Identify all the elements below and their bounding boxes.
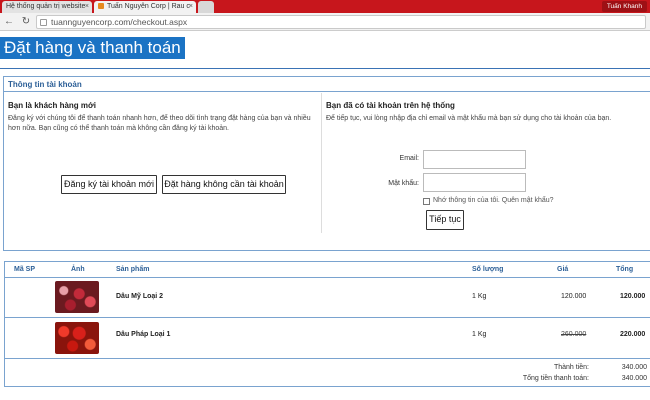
continue-button[interactable]: Tiếp tục	[426, 210, 464, 230]
back-arrow-icon[interactable]: ←	[3, 16, 15, 28]
password-label: Mật khẩu:	[388, 180, 419, 187]
register-button[interactable]: Đăng ký tài khoản mới	[61, 175, 157, 194]
divider	[0, 68, 650, 69]
column-header-sku: Mã SP	[14, 266, 36, 273]
grand-total-value: 340.000	[621, 375, 647, 382]
page-info-icon	[40, 19, 47, 26]
cart-table: Mã SP Ảnh Sản phẩm Số lượng Giá Tổng Dâu…	[4, 261, 650, 387]
close-tab-icon[interactable]: ×	[85, 1, 89, 13]
password-field[interactable]	[423, 173, 526, 192]
site-favicon-icon	[98, 3, 104, 10]
member-column: Bạn đã có tài khoản trên hệ thống Để tiế…	[322, 93, 650, 233]
table-row: Dâu Pháp Loại 1 1 Kg 260.000 220.000	[5, 319, 650, 359]
column-header-price: Giá	[557, 266, 569, 273]
guest-description-line: Đăng ký với chúng tôi để thanh toán nhan…	[8, 115, 311, 122]
url-field[interactable]: tuannguyencorp.com/checkout.aspx	[36, 15, 646, 29]
guest-column: Bạn là khách hàng mới Đăng ký với chúng …	[4, 93, 322, 233]
product-total: 220.000	[620, 331, 646, 338]
product-image[interactable]	[55, 281, 99, 313]
product-qty: 1 Kg	[472, 293, 487, 300]
cart-table-header: Mã SP Ảnh Sản phẩm Số lượng Giá Tổng	[5, 262, 650, 278]
grand-total-label: Tổng tiền thanh toán:	[522, 375, 589, 382]
remember-checkbox[interactable]	[423, 198, 430, 205]
column-header-image: Ảnh	[71, 266, 85, 273]
account-panel: Thông tin tài khoản Bạn là khách hàng mớ…	[3, 76, 650, 251]
product-image[interactable]	[55, 322, 99, 354]
product-old-price: 260.000	[561, 331, 587, 338]
email-field[interactable]	[423, 150, 526, 169]
product-total: 120.000	[620, 293, 646, 300]
member-title: Bạn đã có tài khoản trên hệ thống	[326, 101, 455, 110]
tab-title: Hệ thống quản trị website	[6, 3, 86, 10]
product-name[interactable]: Dâu Mỹ Loại 2	[116, 293, 163, 300]
reload-icon[interactable]: ↻	[20, 16, 32, 28]
column-header-product: Sản phẩm	[116, 266, 150, 273]
product-price: 120.000	[561, 293, 587, 300]
product-name[interactable]: Dâu Pháp Loại 1	[116, 331, 170, 338]
guest-title: Bạn là khách hàng mới	[8, 101, 96, 110]
guest-description-line: hơn nữa. Bạn cũng có thể thanh toán mà k…	[8, 124, 229, 132]
browser-tab-bar: Hệ thống quản trị website × Tuấn Nguyên …	[0, 0, 650, 13]
browser-tab-checkout[interactable]: Tuấn Nguyên Corp | Rau c ×	[94, 1, 196, 13]
column-header-total: Tổng	[616, 266, 634, 273]
remember-text[interactable]: Nhớ thông tin của tôi. Quên mật khẩu?	[433, 197, 554, 204]
address-bar-row: ← ↻ tuannguyencorp.com/checkout.aspx	[0, 13, 650, 31]
subtotal-value: 340.000	[621, 364, 647, 371]
url-text: tuannguyencorp.com/checkout.aspx	[51, 17, 188, 27]
page-title: Đặt hàng và thanh toán	[0, 37, 185, 59]
guest-checkout-button[interactable]: Đặt hàng không cần tài khoản	[162, 175, 286, 194]
browser-user-badge[interactable]: Tuấn Khanh	[601, 1, 647, 12]
browser-tab-admin[interactable]: Hệ thống quản trị website ×	[2, 1, 92, 13]
account-panel-header: Thông tin tài khoản	[4, 77, 650, 92]
member-description: Để tiếp tục, vui lòng nhập địa chỉ email…	[326, 115, 612, 122]
guest-description: Đăng ký với chúng tôi để thanh toán nhan…	[8, 114, 320, 133]
product-qty: 1 Kg	[472, 331, 487, 338]
new-tab-button[interactable]	[198, 1, 214, 13]
close-tab-icon[interactable]: ×	[189, 1, 193, 13]
subtotal-label: Thành tiền:	[553, 364, 589, 371]
page-content: Đặt hàng và thanh toán Thông tin tài kho…	[0, 31, 650, 400]
email-label: Email:	[399, 155, 419, 162]
tab-title: Tuấn Nguyên Corp | Rau c	[107, 3, 190, 10]
table-row: Dâu Mỹ Loại 2 1 Kg 120.000 120.000	[5, 278, 650, 318]
column-header-qty: Số lượng	[472, 266, 504, 273]
